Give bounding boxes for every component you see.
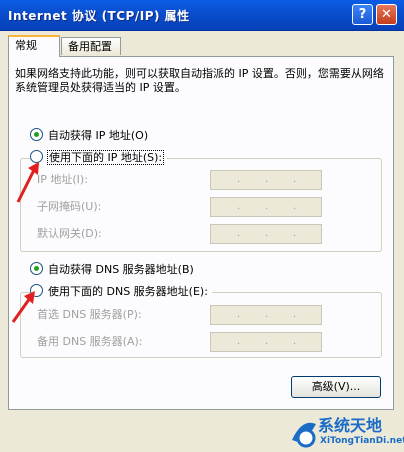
tab-alternate-config[interactable]: 备用配置 xyxy=(61,37,121,55)
red-arrow-icon xyxy=(11,291,35,323)
description-text: 如果网络支持此功能，则可以获取自动指派的 IP 设置。否则，您需要从网络系统管理… xyxy=(15,67,384,94)
auto-dns-label: 自动获得 DNS 服务器地址(B) xyxy=(48,263,194,276)
radio-selected-icon xyxy=(30,262,43,275)
ip-address-input[interactable]: ... xyxy=(210,170,322,190)
radio-selected-icon xyxy=(30,128,43,141)
close-button[interactable]: ✕ xyxy=(376,4,397,25)
preferred-dns-input[interactable]: ... xyxy=(210,305,322,325)
alternate-dns-input[interactable]: ... xyxy=(210,332,322,352)
red-arrow-icon xyxy=(16,162,39,203)
default-gateway-label: 默认网关(D): xyxy=(37,227,102,240)
title-bar[interactable]: Internet 协议 (TCP/IP) 属性 ? ✕ xyxy=(0,0,404,31)
ip-address-label: IP 地址(I): xyxy=(37,173,88,186)
alternate-dns-label: 备用 DNS 服务器(A): xyxy=(37,335,143,348)
help-button[interactable]: ? xyxy=(352,4,373,25)
subnet-mask-label: 子网掩码(U): xyxy=(37,200,102,213)
manual-dns-radio[interactable]: 使用下面的 DNS 服务器地址(E): xyxy=(30,284,212,300)
window-title: Internet 协议 (TCP/IP) 属性 xyxy=(8,9,190,23)
auto-ip-label: 自动获得 IP 地址(O) xyxy=(48,129,149,142)
watermark-brand: 系统天地 xyxy=(318,416,383,435)
manual-ip-radio[interactable]: 使用下面的 IP 地址(S): xyxy=(30,150,168,166)
advanced-button[interactable]: 高级(V)... xyxy=(291,376,381,398)
default-gateway-input[interactable]: ... xyxy=(210,224,322,244)
tab-general[interactable]: 常规 xyxy=(8,35,60,57)
auto-ip-radio[interactable]: 自动获得 IP 地址(O) xyxy=(30,128,148,144)
preferred-dns-label: 首选 DNS 服务器(P): xyxy=(37,308,142,321)
auto-dns-radio[interactable]: 自动获得 DNS 服务器地址(B) xyxy=(30,262,194,278)
manual-ip-label: 使用下面的 IP 地址(S): xyxy=(46,150,165,165)
manual-dns-label: 使用下面的 DNS 服务器地址(E): xyxy=(48,285,208,298)
subnet-mask-input[interactable]: ... xyxy=(210,197,322,217)
watermark-url: XiTongTianDi.net xyxy=(320,436,404,446)
